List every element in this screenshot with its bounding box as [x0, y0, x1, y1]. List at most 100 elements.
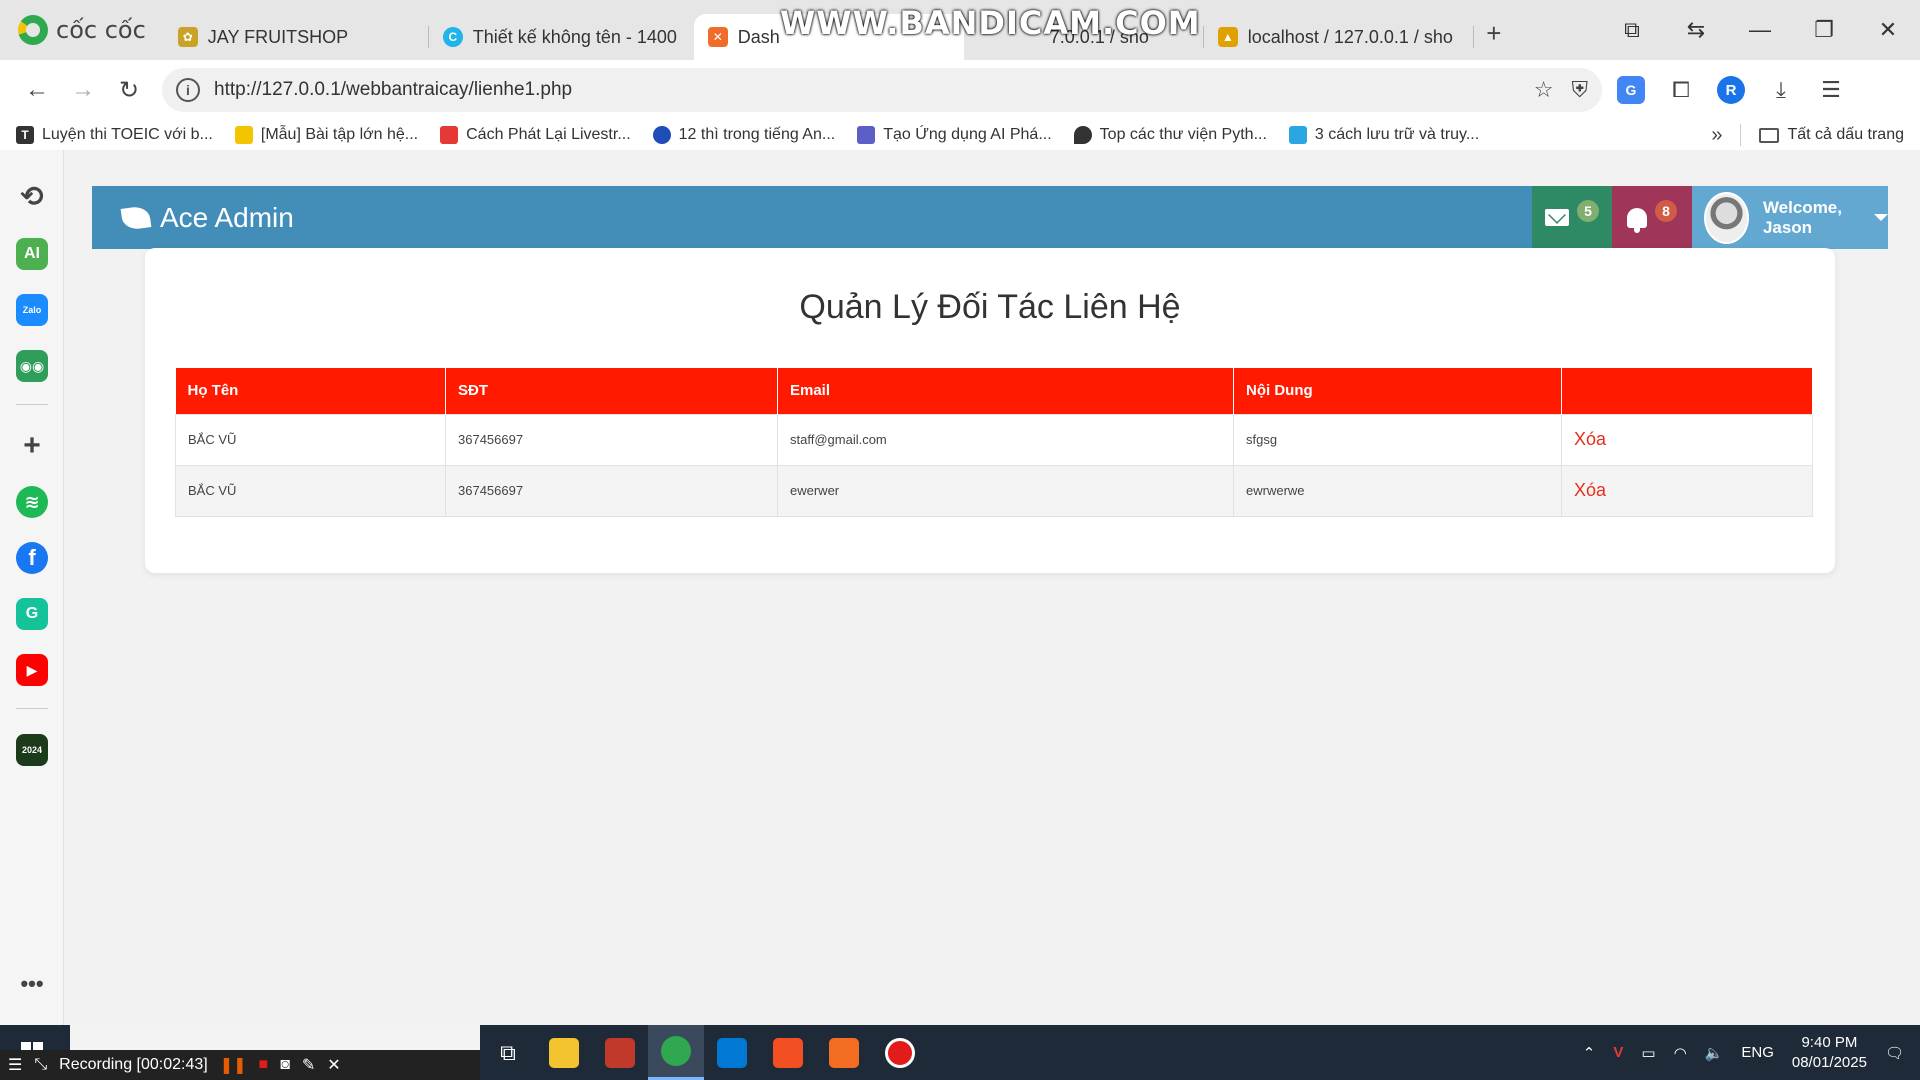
tab-label: JAY FRUITSHOP	[207, 26, 349, 47]
language-indicator[interactable]: ENG	[1741, 1044, 1774, 1061]
shield-icon[interactable]: ⛨	[1571, 77, 1588, 103]
url-text[interactable]: http://127.0.0.1/webbantraicay/lienhe1.p…	[214, 79, 1516, 101]
user-menu-button[interactable]: Welcome, Jason	[1692, 186, 1888, 249]
more-icon[interactable]: •••	[16, 968, 48, 1000]
extensions-icon[interactable]: ⧠	[1660, 69, 1702, 111]
download-icon[interactable]: ⤓	[1760, 69, 1802, 111]
toeic-icon: T	[16, 126, 34, 144]
close-icon[interactable]: ✕	[327, 1055, 340, 1075]
admin-brand-label: Ace Admin	[160, 201, 294, 233]
chevron-up-icon[interactable]: ⌃	[1583, 1044, 1596, 1062]
notifications-badge: 8	[1655, 199, 1677, 222]
coccoc-logo-icon	[18, 15, 48, 45]
cell-phone: 367456697	[445, 413, 778, 466]
stop-icon[interactable]: ■	[259, 1056, 269, 1074]
back-button[interactable]: ←	[14, 67, 60, 113]
bookmark-item[interactable]: Tạo Ứng dụng AI Phá...	[857, 126, 1052, 144]
minimize-button[interactable]: —	[1728, 0, 1792, 60]
translate-button[interactable]: G	[1610, 69, 1652, 111]
restore-button[interactable]: ❐	[1792, 0, 1856, 60]
battery-icon[interactable]: ▭	[1641, 1044, 1655, 1062]
ai-icon[interactable]: AI	[16, 238, 48, 270]
reload-button[interactable]: ↻	[106, 67, 152, 113]
youtube-icon[interactable]: ▶	[16, 654, 48, 686]
add-icon[interactable]: +	[16, 429, 48, 462]
bandicam-icon[interactable]	[872, 1025, 928, 1080]
site-info-icon[interactable]: i	[176, 78, 200, 102]
cell-action: Xóa	[1561, 413, 1813, 466]
antivirus-icon[interactable]: V	[1613, 1044, 1623, 1061]
cell-phone: 367456697	[445, 464, 778, 517]
more-bookmarks-icon[interactable]: »	[1711, 124, 1722, 147]
url-field[interactable]: i http://127.0.0.1/webbantraicay/lienhe1…	[162, 68, 1602, 112]
translate-icon: G	[1617, 76, 1645, 104]
profile-button[interactable]: R	[1710, 69, 1752, 111]
site-icon	[652, 126, 671, 144]
tab-phpmyadmin-2[interactable]: ▲ localhost / 127.0.0.1 / sho	[1204, 14, 1474, 60]
column-header: Nội Dung	[1233, 368, 1562, 414]
column-header: Họ Tên	[175, 368, 446, 414]
cell-name: BẮC VŨ	[175, 413, 446, 466]
close-window-button[interactable]: ✕	[1856, 0, 1920, 60]
pencil-icon[interactable]: ✎	[302, 1055, 315, 1075]
grammarly-icon[interactable]: G	[16, 598, 48, 630]
new-tab-button[interactable]: +	[1474, 13, 1514, 53]
year-2024-icon[interactable]: 2024	[16, 734, 48, 766]
volume-icon[interactable]: 🔈	[1705, 1044, 1724, 1062]
messages-button[interactable]: 5	[1532, 186, 1612, 249]
bookmark-item[interactable]: Top các thư viện Pyth...	[1073, 126, 1267, 144]
bookmark-item[interactable]: 3 cách lưu trữ và truy...	[1288, 126, 1479, 144]
system-tray: ⌃ V ▭ ◠ 🔈 ENG 9:40 PM 08/01/2025 🗨	[1583, 1033, 1920, 1073]
delete-link[interactable]: Xóa	[1574, 429, 1606, 449]
camera-icon[interactable]: ◙	[280, 1056, 290, 1074]
template-icon	[234, 126, 253, 144]
browser-brand[interactable]: cốc cốc	[0, 0, 164, 60]
tab-canva-design[interactable]: C Thiết kế không tên - 1400	[429, 14, 694, 60]
bandicam-recording-bar: ☰ ⤡ Recording [00:02:43] ❚❚ ■ ◙ ✎ ✕	[0, 1050, 480, 1080]
site-icon	[1288, 126, 1307, 144]
bookmark-item[interactable]: Cách Phát Lại Livestr...	[440, 126, 631, 144]
bookmark-star-icon[interactable]: ☆	[1534, 77, 1554, 103]
all-bookmarks-button[interactable]: Tất cả dấu trang	[1759, 126, 1904, 144]
cell-action: Xóa	[1561, 464, 1813, 517]
forward-button[interactable]: →	[60, 67, 106, 113]
tab-label: localhost / 127.0.0.1 / sho	[1247, 26, 1453, 47]
tab-jay-fruitshop[interactable]: ✿ JAY FRUITSHOP	[164, 14, 429, 60]
column-header	[1561, 368, 1813, 414]
pause-icon[interactable]: ❚❚	[220, 1055, 247, 1075]
clock[interactable]: 9:40 PM 08/01/2025	[1792, 1033, 1867, 1073]
zalo-icon[interactable]: Zalo	[16, 294, 48, 326]
admin-brand[interactable]: Ace Admin	[120, 201, 294, 234]
resize-icon[interactable]: ⤡	[34, 1056, 47, 1074]
app-icon[interactable]	[592, 1025, 648, 1080]
messages-badge: 5	[1577, 199, 1599, 222]
column-header: SĐT	[445, 368, 778, 414]
bookmark-item[interactable]: [Mẫu] Bài tập lớn hệ...	[234, 126, 418, 144]
browser-sidebar: ⟲ AI Zalo ◉◉ + ≋ f G ▶ 2024 •••	[0, 150, 64, 1025]
xampp-taskbar-icon[interactable]	[816, 1025, 872, 1080]
file-explorer-icon[interactable]	[536, 1025, 592, 1080]
wifi-icon[interactable]: ◠	[1674, 1044, 1687, 1062]
spotify-icon[interactable]: ≋	[16, 486, 48, 518]
game-icon[interactable]: ◉◉	[16, 350, 48, 382]
page-title: Quản Lý Đối Tác Liên Hệ	[799, 288, 1181, 326]
bookmark-item[interactable]: T Luyện thi TOEIC với b...	[16, 126, 213, 144]
coccoc-browser-icon[interactable]	[648, 1025, 704, 1080]
address-bar: ← → ↻ i http://127.0.0.1/webbantraicay/l…	[0, 60, 1920, 120]
history-icon[interactable]: ⟲	[16, 180, 48, 212]
bookmark-item[interactable]: 12 thì trong tiếng An...	[652, 126, 835, 144]
tab-strip: cốc cốc ✿ JAY FRUITSHOP C Thiết kế không…	[0, 0, 1920, 60]
back-forward-icon[interactable]: ⇆	[1664, 0, 1728, 60]
delete-link[interactable]: Xóa	[1574, 480, 1606, 500]
screen-capture-icon[interactable]: ⧉	[1600, 0, 1664, 60]
notification-center-icon[interactable]: 🗨	[1885, 1044, 1904, 1062]
menu-icon[interactable]: ☰	[1810, 69, 1852, 111]
vscode-icon[interactable]	[704, 1025, 760, 1080]
window-controls: ⧉ ⇆ — ❐ ✕	[1600, 0, 1920, 60]
notifications-button[interactable]: 8	[1612, 186, 1692, 249]
menu-icon[interactable]: ☰	[8, 1055, 22, 1075]
store-icon[interactable]	[760, 1025, 816, 1080]
task-view-icon[interactable]: ⧉	[480, 1025, 536, 1080]
welcome-text: Welcome, Jason	[1762, 197, 1842, 237]
facebook-icon[interactable]: f	[16, 542, 48, 574]
